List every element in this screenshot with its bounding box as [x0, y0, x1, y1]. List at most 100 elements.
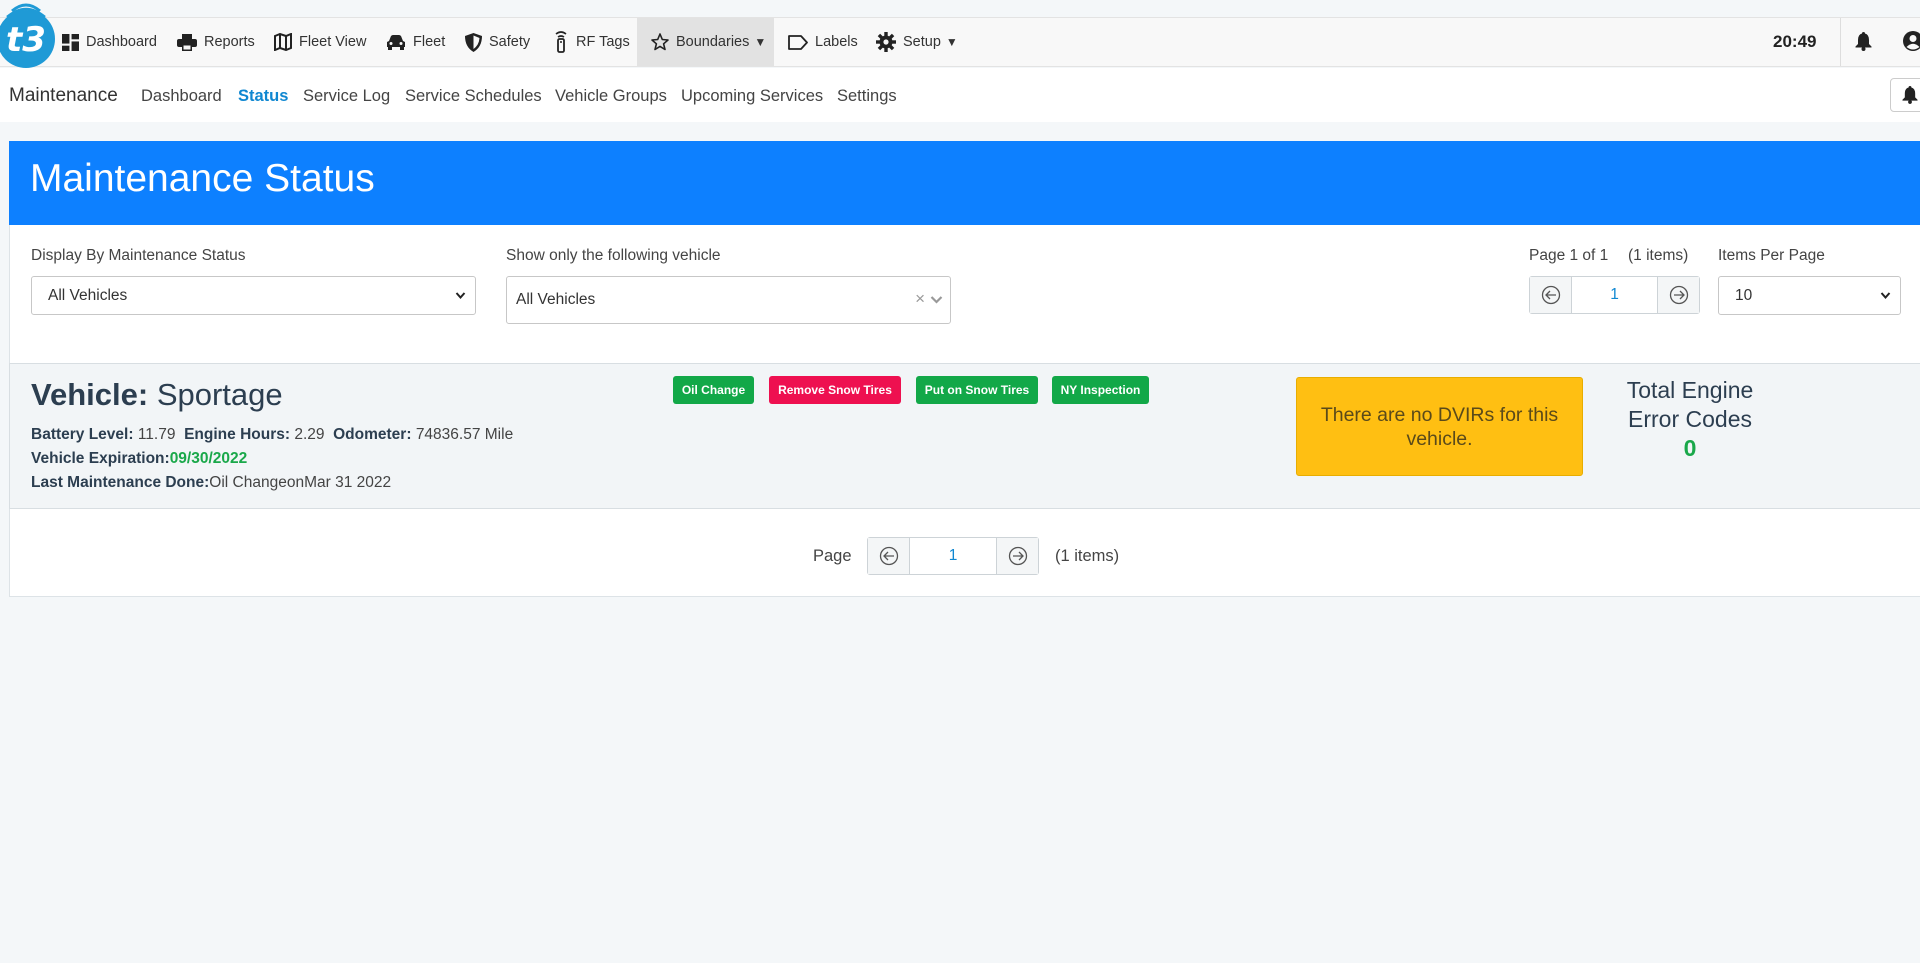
select-value: All Vehicles — [48, 286, 128, 304]
last-maintenance-label: Last Maintenance Done: — [31, 474, 210, 491]
prev-page-button[interactable] — [868, 538, 910, 574]
nav-setup[interactable]: Setup ▼ — [876, 18, 958, 66]
vehicle-card: Vehicle: Sportage Battery Level: 11.79 E… — [9, 363, 1920, 509]
subnav-settings[interactable]: Settings — [837, 87, 897, 106]
chevron-down-icon — [1880, 291, 1891, 299]
bell-icon[interactable] — [1855, 32, 1872, 51]
notifications-button[interactable] — [1890, 78, 1920, 112]
subnav-vehicle-groups[interactable]: Vehicle Groups — [555, 87, 667, 106]
engine-codes-title: Total Engine Error Codes — [1626, 377, 1754, 432]
nav-fleet-view[interactable]: Fleet View — [274, 18, 366, 66]
vehicle-label: Vehicle: — [31, 377, 149, 412]
clock: 20:49 — [1773, 32, 1817, 51]
subnav-status[interactable]: Status — [238, 87, 288, 106]
divider — [1840, 18, 1841, 66]
nav-label: Labels — [815, 34, 858, 50]
engine-codes-count[interactable]: 0 — [1600, 434, 1780, 463]
subnav-upcoming-services[interactable]: Upcoming Services — [681, 87, 823, 106]
select-value: All Vehicles — [516, 291, 596, 308]
section-title: Maintenance — [9, 85, 118, 106]
nav-label: Reports — [204, 34, 255, 50]
top-pager: 1 — [1529, 276, 1700, 314]
dropdown-caret-icon: ▼ — [754, 35, 767, 49]
star-icon — [651, 33, 669, 51]
bottom-pager: 1 — [867, 537, 1039, 575]
printer-icon — [177, 33, 197, 51]
svg-text:t3: t3 — [6, 20, 46, 60]
nav-safety[interactable]: Safety — [465, 18, 530, 66]
last-maintenance: Last Maintenance Done:Oil ChangeonMar 31… — [31, 474, 391, 492]
engine-hours-value: 2.29 — [294, 426, 325, 443]
nav-label: RF Tags — [576, 34, 630, 50]
dropdown-caret-icon: ▼ — [945, 35, 958, 49]
vehicle-stats: Battery Level: 11.79 Engine Hours: 2.29 … — [31, 426, 513, 444]
nav-label: Dashboard — [86, 34, 157, 50]
service-tag-oil-change[interactable]: Oil Change — [673, 376, 754, 404]
expiration-value: 09/30/2022 — [169, 450, 248, 467]
page-number-input[interactable]: 1 — [1572, 277, 1657, 313]
car-icon — [387, 35, 405, 50]
clear-icon[interactable]: × — [915, 289, 925, 309]
nav-fleet[interactable]: Fleet — [386, 18, 445, 66]
vehicle-title: Vehicle: Sportage — [31, 377, 283, 413]
last-maintenance-value: Oil ChangeonMar 31 2022 — [209, 474, 392, 491]
tag-icon — [788, 34, 808, 50]
vehicle-filter-select[interactable]: All Vehicles × — [506, 276, 951, 324]
arrow-left-icon — [879, 546, 898, 566]
nav-boundaries[interactable]: Boundaries ▼ — [637, 18, 774, 66]
vehicle-name[interactable]: Sportage — [157, 377, 283, 412]
battery-label: Battery Level: — [31, 426, 134, 443]
vehicle-expiration: Vehicle Expiration:09/30/2022 — [31, 450, 247, 468]
maintenance-panel: Maintenance Status Display By Maintenanc… — [9, 141, 1920, 597]
user-icon[interactable] — [1903, 31, 1920, 51]
service-tag-remove-snow-tires[interactable]: Remove Snow Tires — [769, 376, 901, 404]
select-value: 10 — [1735, 286, 1753, 304]
page-banner: Maintenance Status — [9, 141, 1920, 225]
rf-tag-icon — [555, 31, 567, 53]
status-filter-label: Display By Maintenance Status — [31, 247, 246, 264]
nav-label: Fleet View — [299, 34, 367, 50]
odometer-value: 74836.57 Mile — [415, 426, 514, 443]
items-info: (1 items) — [1628, 247, 1689, 264]
nav-labels[interactable]: Labels — [788, 18, 858, 66]
next-page-button[interactable] — [996, 538, 1038, 574]
page-info: Page 1 of 1 — [1529, 247, 1609, 264]
subnav-service-log[interactable]: Service Log — [303, 87, 390, 106]
subnav-service-schedules[interactable]: Service Schedules — [405, 87, 542, 106]
next-page-button[interactable] — [1657, 277, 1699, 313]
top-navbar: t3 Dashboard Reports Fleet View Fleet Sa… — [0, 3, 1920, 68]
shield-icon — [465, 32, 482, 52]
page-number-input[interactable]: 1 — [910, 538, 996, 574]
nav-label: Fleet — [413, 34, 446, 50]
dashboard-icon — [62, 33, 79, 51]
status-filter-select[interactable]: All Vehicles — [31, 276, 476, 315]
company-logo[interactable]: t3 — [0, 1, 58, 73]
chevron-down-icon — [455, 291, 466, 299]
arrow-right-icon — [1669, 285, 1688, 305]
dvir-notice: There are no DVIRs for this vehicle. — [1296, 377, 1583, 476]
chevron-down-icon — [930, 296, 943, 304]
bottom-page-label: Page — [813, 547, 852, 565]
page-title: Maintenance Status — [30, 157, 375, 200]
nav-rf-tags[interactable]: RF Tags — [553, 18, 630, 66]
arrow-right-icon — [1008, 546, 1027, 566]
arrow-left-icon — [1541, 285, 1560, 305]
map-icon — [274, 33, 292, 51]
bell-icon — [1902, 86, 1918, 104]
per-page-label: Items Per Page — [1718, 247, 1825, 264]
service-tag-ny-inspection[interactable]: NY Inspection — [1052, 376, 1149, 404]
nav-reports[interactable]: Reports — [177, 18, 255, 66]
engine-error-codes: Total Engine Error Codes 0 — [1600, 376, 1780, 463]
nav-label: Boundaries — [676, 34, 750, 50]
expiration-label: Vehicle Expiration: — [31, 450, 170, 467]
service-tag-put-on-snow-tires[interactable]: Put on Snow Tires — [916, 376, 1038, 404]
nav-dashboard[interactable]: Dashboard — [62, 18, 157, 66]
gear-icon — [876, 32, 896, 52]
prev-page-button[interactable] — [1530, 277, 1572, 313]
subnav-dashboard[interactable]: Dashboard — [141, 87, 222, 106]
maintenance-subnav: Maintenance Dashboard Status Service Log… — [0, 68, 1920, 122]
engine-hours-label: Engine Hours: — [184, 426, 291, 443]
battery-value: 11.79 — [137, 426, 176, 443]
per-page-select[interactable]: 10 — [1718, 276, 1901, 315]
bottom-items-info: (1 items) — [1055, 547, 1120, 565]
